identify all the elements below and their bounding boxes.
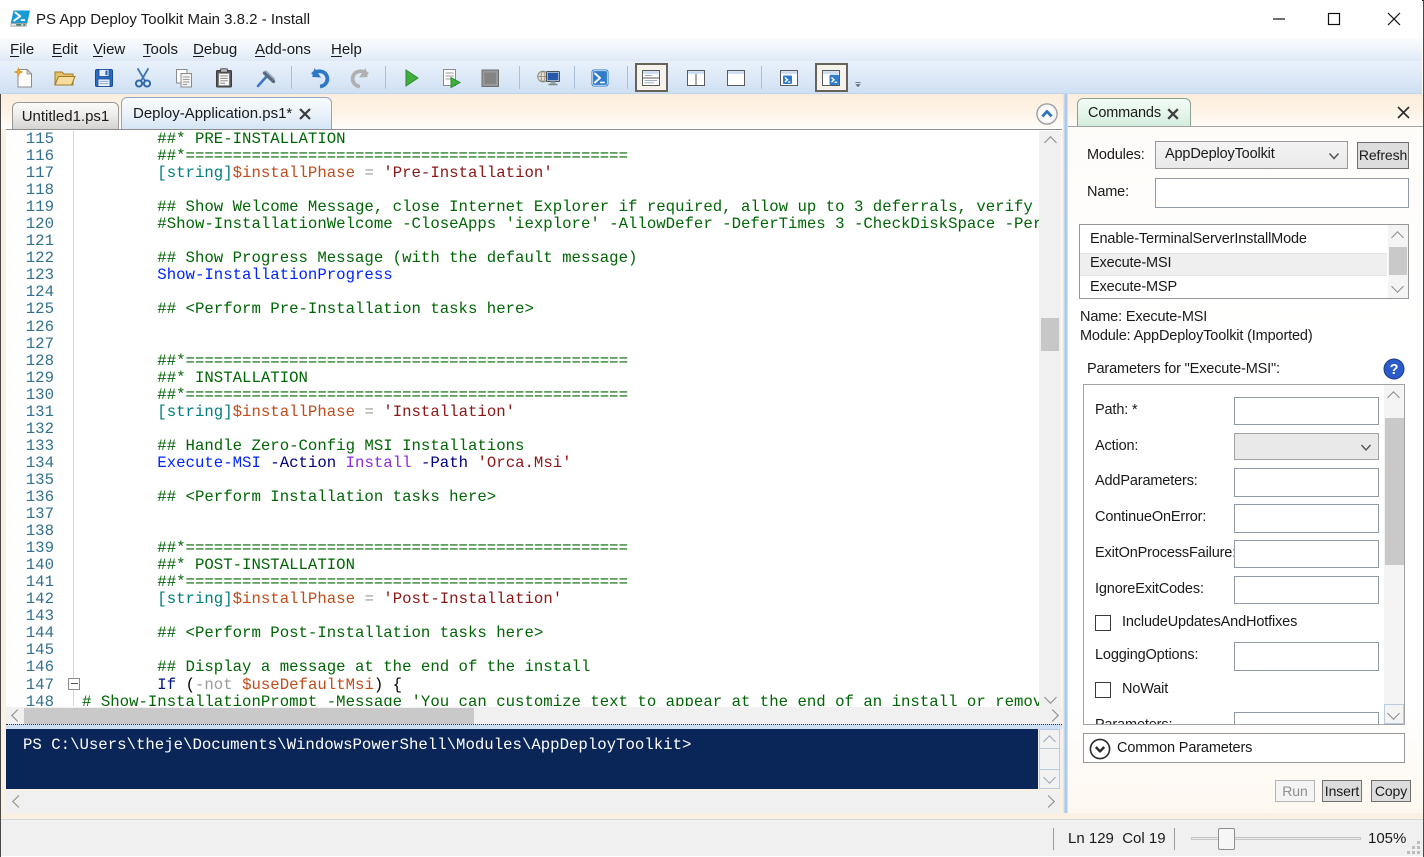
svg-text:?: ?	[1390, 362, 1399, 378]
